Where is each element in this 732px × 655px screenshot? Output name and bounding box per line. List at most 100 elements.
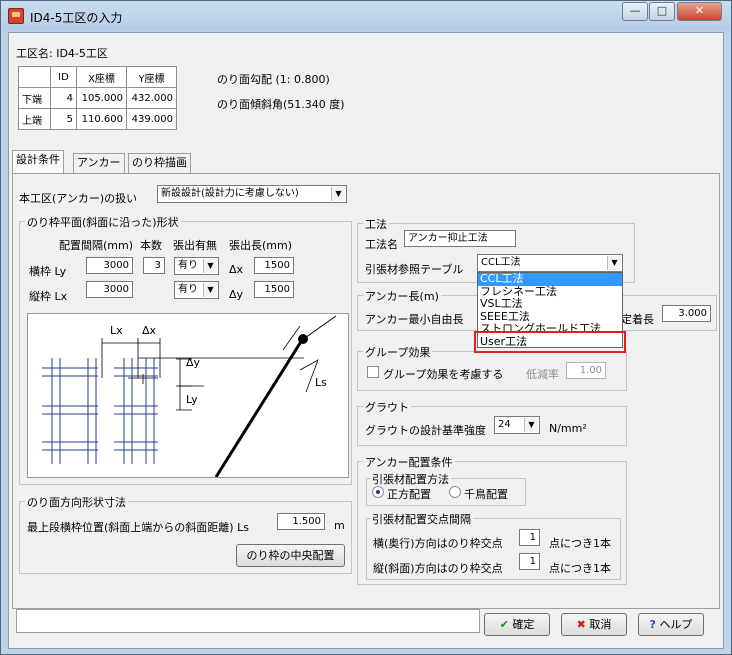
help-button[interactable]: ? ヘルプ (638, 613, 704, 636)
app-icon (8, 8, 24, 24)
minimize-button[interactable]: — (622, 2, 648, 21)
horizontal-overhang-value: 有り (178, 260, 198, 271)
tendon-table-value: CCL工法 (481, 257, 521, 268)
method-name-input[interactable]: アンカー抑止工法 (404, 230, 516, 247)
square-layout-radio[interactable] (372, 486, 384, 498)
col-overhang-len-header: 張出長(mm) (229, 239, 293, 252)
ls-position-input[interactable]: 1.500 (277, 513, 325, 530)
tendon-table-select[interactable]: CCL工法 ▼ (477, 254, 623, 272)
layout-method-legend: 引張材配置方法 (370, 471, 451, 487)
ls-label: Ls (315, 376, 327, 389)
horizontal-frame-label: 横枠 Ly (29, 265, 67, 278)
table-header-corner (18, 66, 51, 88)
col-count-header: 本数 (140, 239, 162, 252)
slope-direction-legend: のり面方向形状寸法 (25, 494, 128, 510)
vertical-overhang-len-input[interactable]: 1500 (254, 281, 294, 298)
dialog-client: 工区名: ID4-5工区 ID X座標 Y座標 下端 4 105.000 432… (8, 32, 724, 649)
group-effect-checkbox[interactable] (367, 366, 379, 378)
staggered-layout-label: 千鳥配置 (464, 488, 508, 501)
cancel-label: 取消 (589, 618, 612, 631)
maximize-button[interactable]: □ (649, 2, 675, 21)
row-y: 432.000 (126, 87, 177, 109)
anchor-length-legend: アンカー長(m) (363, 288, 441, 304)
delta-y-label: Δy (229, 288, 244, 301)
slope-line (214, 339, 304, 478)
fixed-length-input[interactable]: 3.000 (662, 305, 711, 322)
help-icon: ? (649, 618, 656, 631)
cancel-button[interactable]: ✖ 取消 (561, 613, 627, 636)
anchor-layout-legend: アンカー配置条件 (363, 454, 455, 470)
ok-button[interactable]: ✔ 確定 (484, 613, 550, 636)
table-header-x: X座標 (76, 66, 127, 88)
anchor-point (298, 334, 308, 344)
fixed-length-label: 定着長 (621, 313, 654, 326)
checkmark-icon: ✔ (499, 618, 509, 631)
row-y: 439.000 (126, 108, 177, 130)
grout-strength-label: グラウトの設計基準強度 (365, 424, 486, 437)
reduction-rate-label: 低減率 (526, 368, 559, 381)
row-id: 5 (50, 108, 77, 130)
table-row: 下端 4 105.000 432.000 (18, 87, 177, 109)
vertical-overhang-select[interactable]: 有り ▼ (174, 281, 219, 299)
slope-angle: のり面傾斜角(51.340 度) (217, 98, 345, 111)
method-name-label: 工法名 (365, 238, 398, 251)
table-header-y: Y座標 (126, 66, 177, 88)
highlight-box (474, 331, 626, 353)
dropdown-option[interactable]: VSL工法 (478, 298, 622, 311)
vertical-intersect-label: 縦(斜面)方向はのり枠交点 (373, 562, 503, 575)
row-id: 4 (50, 87, 77, 109)
coordinate-table: ID X座標 Y座標 下端 4 105.000 432.000 上端 5 110… (18, 66, 177, 130)
tab-frame-drawing[interactable]: のり枠描画 (128, 153, 191, 173)
frame-diagram-svg: Lx Δx Δy Ly Ls (42, 315, 337, 478)
horizontal-intersect-input[interactable]: 1 (519, 529, 540, 546)
chevron-down-icon: ▼ (524, 418, 538, 432)
anchor-handling-select[interactable]: 新設設計(設計力に考慮しない) ▼ (157, 185, 347, 203)
delta-x-label: Δx (229, 263, 244, 276)
row-x: 110.600 (76, 108, 127, 130)
staggered-layout-radio[interactable] (449, 486, 461, 498)
row-x: 105.000 (76, 87, 127, 109)
status-bar (16, 609, 480, 633)
cross-icon: ✖ (576, 618, 586, 631)
section-name: 工区名: ID4-5工区 (16, 47, 108, 60)
tab-anchor[interactable]: アンカー (73, 153, 125, 173)
grout-unit: N/mm² (549, 422, 587, 435)
dropdown-option[interactable]: CCL工法 (478, 273, 622, 286)
help-label: ヘルプ (659, 618, 693, 631)
vertical-intersect-suffix: 点につき1本 (549, 562, 611, 575)
horizontal-count-input[interactable]: 3 (143, 257, 165, 274)
frame-diagram: Lx Δx Δy Ly Ls (27, 313, 349, 478)
square-layout-label: 正方配置 (387, 488, 431, 501)
dialog-window: ID4-5工区の入力 — □ ✕ 工区名: ID4-5工区 ID X座標 Y座標… (0, 0, 732, 655)
ls-position-label: 最上段横枠位置(斜面上端からの斜面距離) Ls (27, 521, 249, 534)
vertical-spacing-input[interactable]: 3000 (86, 281, 133, 298)
horizontal-overhang-select[interactable]: 有り ▼ (174, 257, 219, 275)
title-bar[interactable]: ID4-5工区の入力 — □ ✕ (1, 1, 731, 31)
intersection-spacing-legend: 引張材配置交点間隔 (370, 511, 473, 527)
vertical-frame-label: 縦枠 Lx (29, 290, 68, 303)
chevron-down-icon: ▼ (331, 187, 345, 201)
reduction-rate-input[interactable]: 1.00 (566, 362, 606, 379)
lx-label: Lx (110, 324, 123, 337)
ly-label: Ly (186, 393, 198, 406)
vertical-intersect-input[interactable]: 1 (519, 553, 540, 570)
close-button[interactable]: ✕ (677, 2, 722, 21)
frame-shape-legend: のり枠平面(斜面に沿った)形状 (25, 214, 181, 230)
grout-strength-select[interactable]: 24 ▼ (494, 416, 540, 434)
chevron-down-icon: ▼ (203, 283, 217, 297)
method-legend: 工法 (363, 216, 389, 232)
group-effect-legend: グループ効果 (363, 344, 433, 360)
horizontal-spacing-input[interactable]: 3000 (86, 257, 133, 274)
slope-ratio: のり面勾配 (1: 0.800) (217, 73, 330, 86)
row-label: 上端 (18, 108, 51, 130)
grout-legend: グラウト (363, 399, 411, 415)
col-spacing-header: 配置間隔(mm) (59, 239, 134, 252)
window-title: ID4-5工区の入力 (30, 11, 123, 25)
tab-design-conditions[interactable]: 設計条件 (12, 150, 64, 174)
col-overhang-header: 張出有無 (173, 239, 217, 252)
dx-label: Δx (142, 324, 157, 337)
tendon-table-label: 引張材参照テーブル (365, 263, 464, 276)
grout-strength-value: 24 (498, 419, 511, 430)
horizontal-overhang-len-input[interactable]: 1500 (254, 257, 294, 274)
center-frame-button[interactable]: のり枠の中央配置 (236, 544, 345, 567)
